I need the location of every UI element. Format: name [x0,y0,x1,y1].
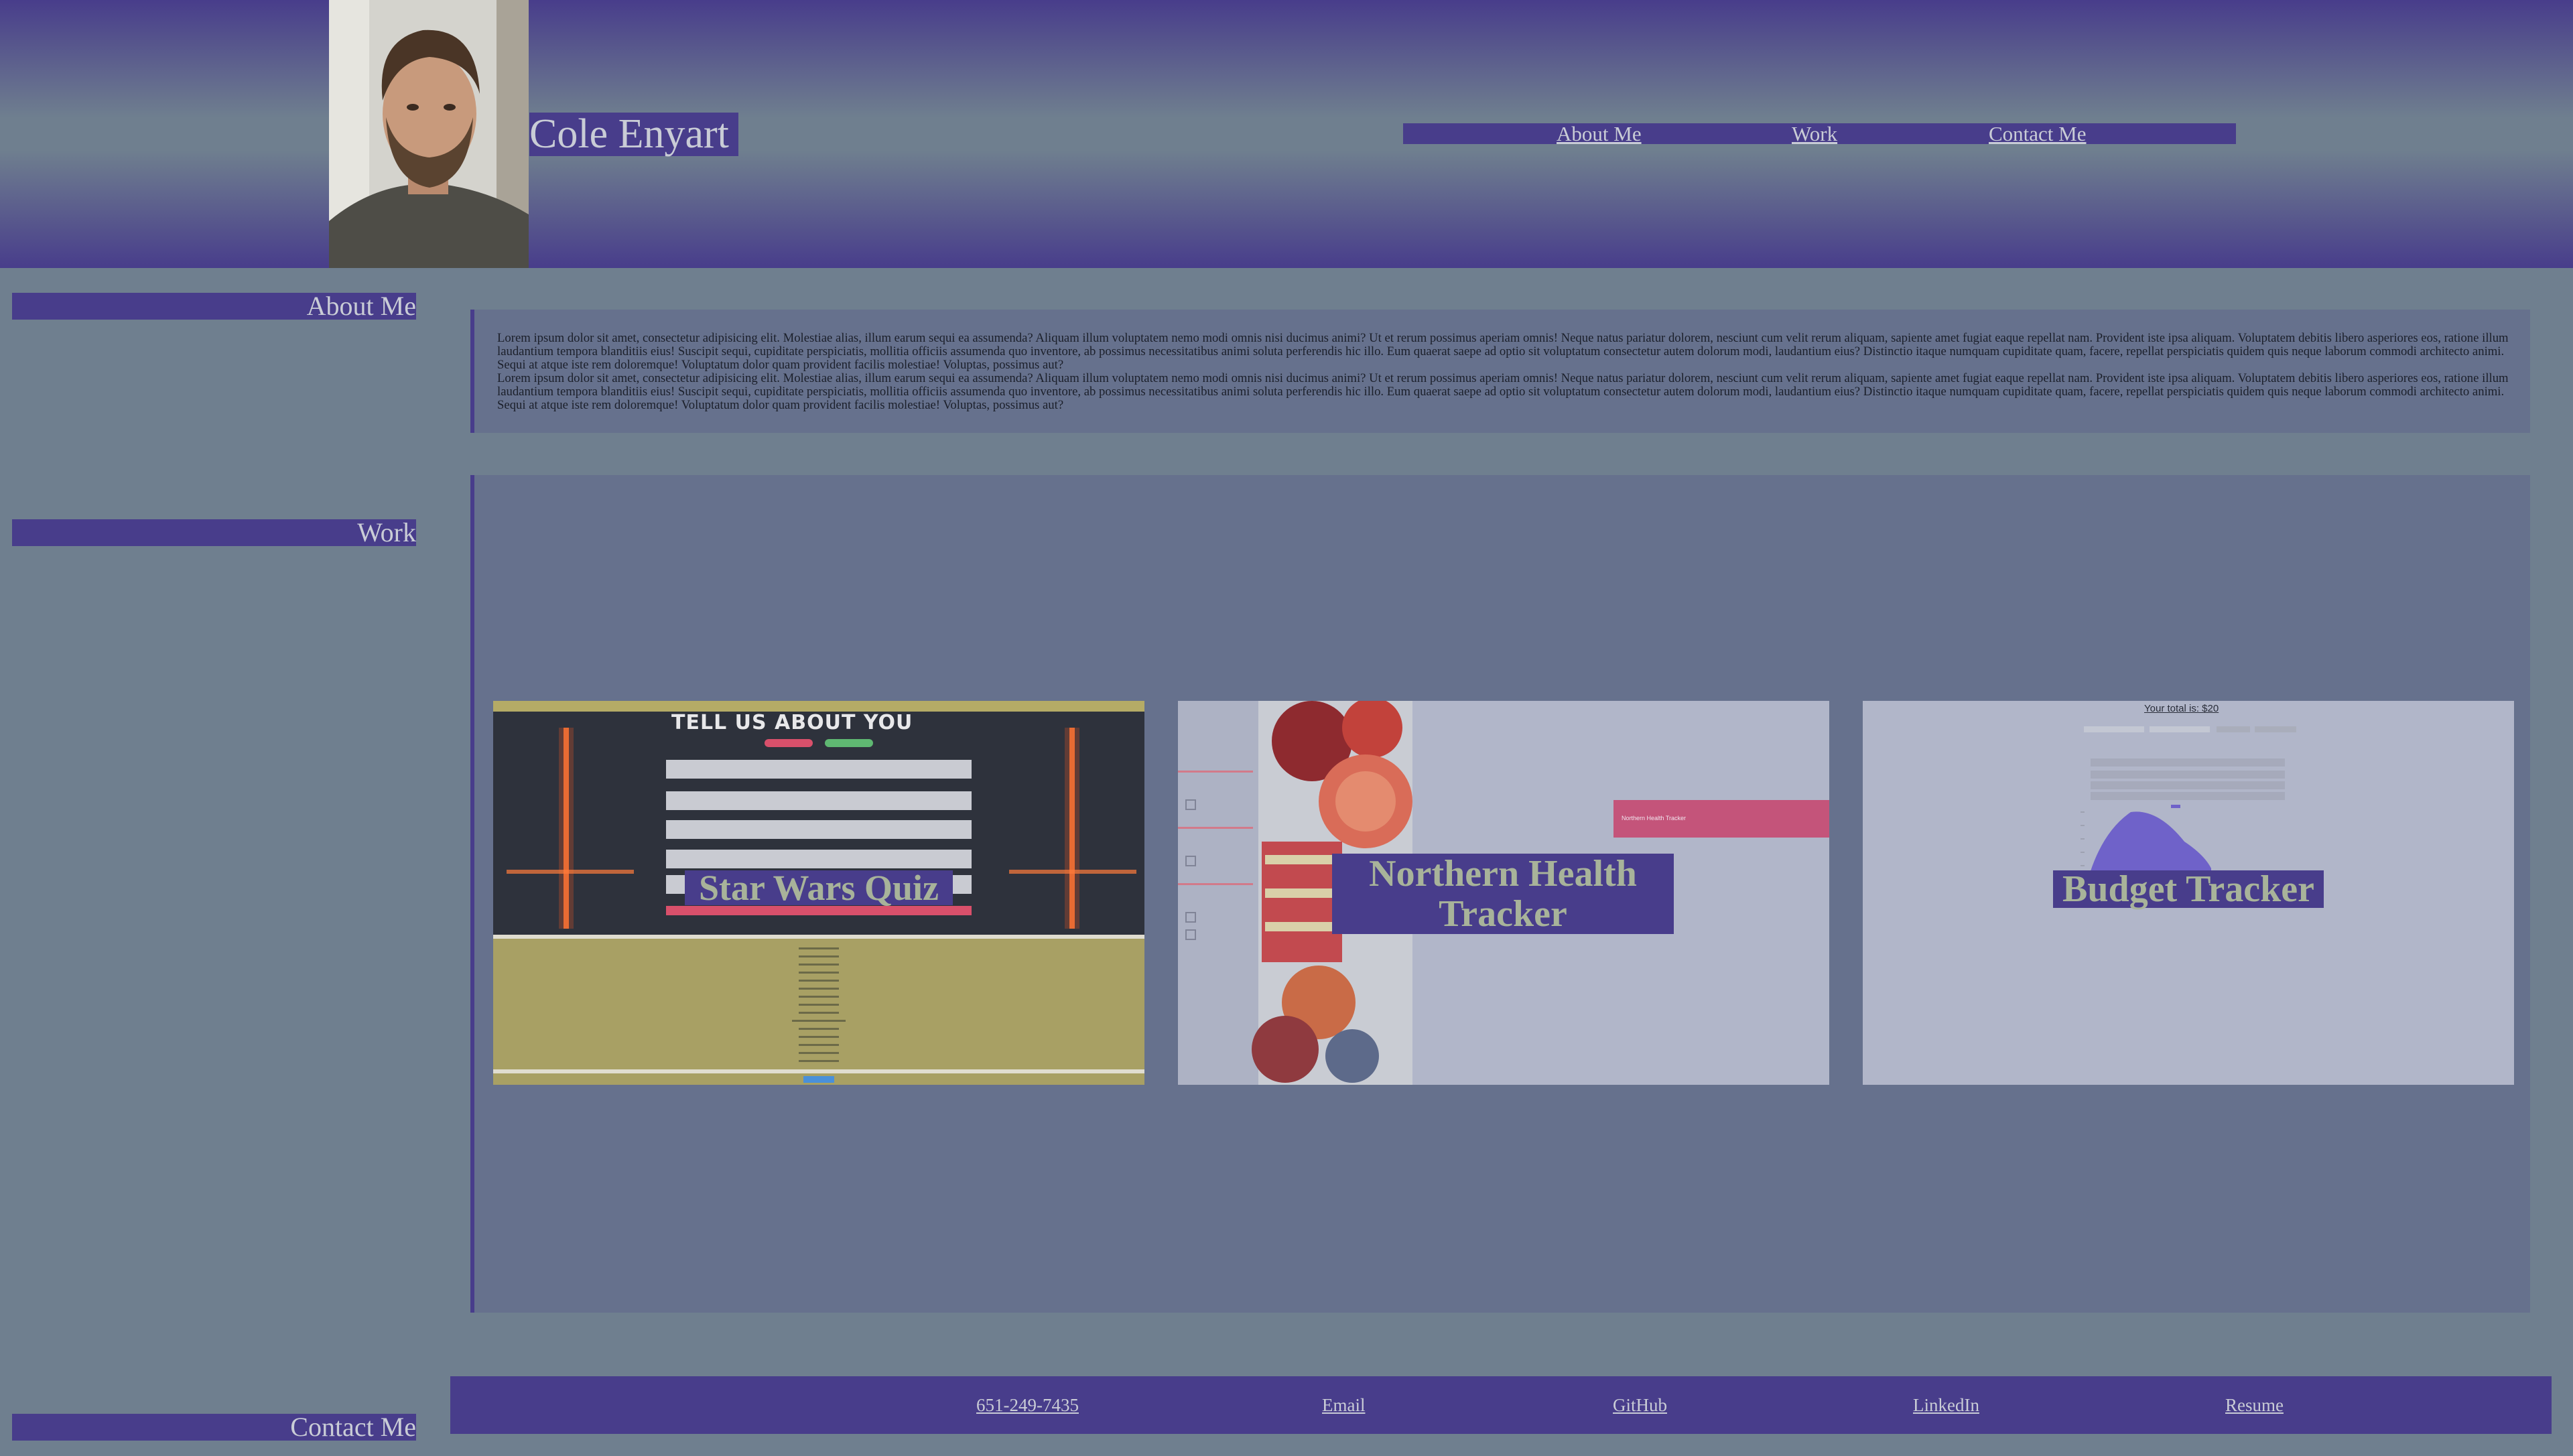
about-paragraph: Lorem ipsum dolor sit amet, consectetur … [497,371,2509,412]
resume-link[interactable]: Resume [2225,1394,2284,1416]
email-link[interactable]: Email [1322,1394,1365,1416]
nav-link-work[interactable]: Work [1792,123,1837,144]
project-card-star-wars-quiz[interactable]: TELL US ABOUT YOU Star Wars Quiz [493,701,1144,1085]
main-nav: About Me Work Contact Me [1403,123,2236,144]
nav-link-about-me[interactable]: About Me [1557,123,1642,144]
phone-link[interactable]: 651-249-7435 [976,1394,1079,1416]
project-title: Northern Health Tracker [1332,854,1674,934]
site-header: Cole Enyart About Me Work Contact Me [0,0,2573,268]
site-title: Cole Enyart [529,113,738,156]
contact-footer: 651-249-7435 Email GitHub LinkedIn Resum… [450,1376,2552,1434]
budget-tracker-preview-total: Your total is: $20 [2144,703,2219,714]
work-panel: TELL US ABOUT YOU Star Wars Quiz Norther… [470,475,2530,1313]
star-wars-quiz-preview-heading: TELL US ABOUT YOU [671,711,913,734]
northern-health-tracker-preview-banner: Northern Health Tracker [1622,815,1687,821]
project-card-budget-tracker[interactable]: Your total is: $20 Budget Tracker [1863,701,2514,1085]
work-heading: Work [12,519,416,546]
about-paragraph: Lorem ipsum dolor sit amet, consectetur … [497,331,2509,372]
linkedin-link[interactable]: LinkedIn [1913,1394,1979,1416]
about-me-heading: About Me [12,293,416,320]
project-card-northern-health-tracker[interactable]: Northern Health Tracker Northern Health … [1178,701,1829,1085]
project-title: Star Wars Quiz [685,870,953,906]
nav-link-contact-me[interactable]: Contact Me [1989,123,2087,144]
github-link[interactable]: GitHub [1613,1394,1667,1416]
contact-me-heading: Contact Me [12,1414,416,1441]
about-panel: Lorem ipsum dolor sit amet, consectetur … [470,310,2530,433]
avatar [329,0,529,268]
project-title: Budget Tracker [2053,870,2324,908]
